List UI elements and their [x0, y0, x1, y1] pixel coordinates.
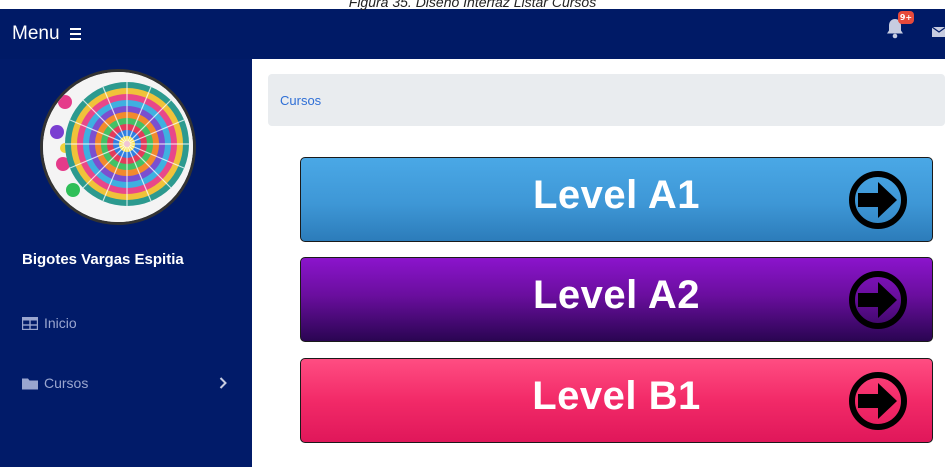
menu-label: Menu	[12, 23, 60, 44]
hamburger-icon	[69, 28, 81, 40]
sidebar-item-label: Cursos	[44, 375, 89, 391]
breadcrumb-link-cursos[interactable]: Cursos	[280, 93, 321, 108]
level-b1-button[interactable]: Level B1	[300, 358, 933, 443]
table-icon	[22, 316, 38, 330]
breadcrumb: Cursos	[268, 74, 945, 126]
figure-caption: Figura 35. Diseño Interfaz Listar Cursos	[348, 0, 597, 10]
level-a1-button[interactable]: Level A1	[300, 157, 933, 242]
sidebar-item-label: Inicio	[44, 315, 77, 331]
level-a2-button[interactable]: Level A2	[300, 257, 933, 342]
level-label: Level A2	[532, 273, 701, 317]
chevron-right-icon	[219, 377, 227, 389]
avatar	[40, 69, 196, 225]
arrow-circle-right-icon	[849, 372, 907, 430]
user-name: Bigotes Vargas Espitia	[22, 251, 184, 268]
menu-toggle-button[interactable]: Menu	[12, 23, 81, 45]
notification-badge: 9+	[898, 11, 914, 24]
envelope-icon[interactable]	[932, 26, 945, 38]
level-label: Level A1	[532, 173, 701, 217]
level-label: Level B1	[532, 374, 701, 418]
arrow-circle-right-icon	[849, 171, 907, 229]
top-navbar: Menu 9+	[0, 9, 945, 59]
sidebar: Bigotes Vargas Espitia Inicio Cursos	[0, 59, 252, 467]
sidebar-item-cursos[interactable]: Cursos	[22, 369, 247, 397]
arrow-circle-right-icon	[849, 271, 907, 329]
folder-icon	[22, 378, 38, 389]
sidebar-item-inicio[interactable]: Inicio	[22, 309, 247, 337]
mandala-image	[43, 72, 193, 222]
